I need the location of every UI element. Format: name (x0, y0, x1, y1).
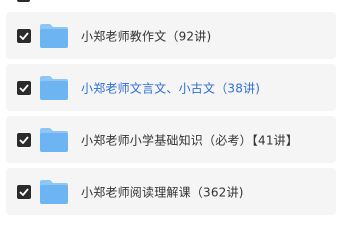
row-checkbox[interactable] (17, 184, 31, 199)
folder-icon (40, 127, 68, 152)
folder-icon (40, 75, 68, 100)
row-checkbox[interactable] (17, 132, 31, 147)
folder-row[interactable]: 小郑老师阅读理解课（362讲) (6, 168, 336, 215)
checkmark-icon (19, 83, 29, 92)
folder-name[interactable]: 小郑老师文言文、小古文（38讲) (81, 79, 260, 96)
row-checkbox[interactable] (17, 28, 31, 43)
folder-name[interactable]: 小郑老师小学基础知识（必考）【41讲】 (81, 131, 298, 148)
folder-name[interactable]: 小郑老师阅读理解课（362讲) (81, 183, 244, 200)
folder-list: 小郑老师教作文（92讲) 小郑老师文言文、小古文（38讲) 小郑老师小学基础知识… (0, 0, 338, 225)
row-checkbox[interactable] (17, 80, 31, 95)
checkmark-icon (19, 187, 29, 196)
checkmark-icon (19, 31, 29, 40)
previous-row-checkbox[interactable] (17, 0, 30, 2)
folder-row[interactable]: 小郑老师教作文（92讲) (6, 12, 336, 59)
checkmark-icon (19, 135, 29, 144)
folder-name[interactable]: 小郑老师教作文（92讲) (81, 27, 211, 44)
folder-row[interactable]: 小郑老师小学基础知识（必考）【41讲】 (6, 116, 336, 163)
folder-icon (40, 179, 68, 204)
folder-row-selected[interactable]: 小郑老师文言文、小古文（38讲) (6, 64, 336, 111)
folder-icon (40, 23, 68, 48)
